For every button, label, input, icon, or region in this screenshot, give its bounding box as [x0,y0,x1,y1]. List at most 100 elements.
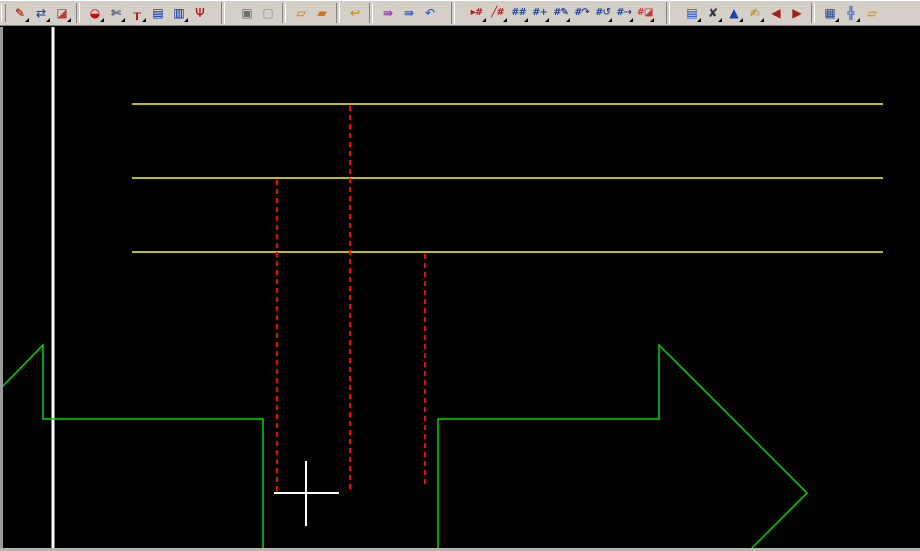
toolbar-button-grid-table[interactable]: ▦ [819,2,840,23]
toolbar-button-db-undo[interactable]: ↶ [419,2,440,23]
flyout-corner-icon [835,18,839,22]
toolbar-button-db-export[interactable]: ⇛ [398,2,419,23]
cut-cross-icon: ✘ [708,7,717,19]
table-import-icon: ▥ [173,7,183,19]
point-rotate-icon: #↷ [574,8,589,18]
eraser-icon: ◪ [56,7,66,19]
flyout-corner-icon [566,18,570,22]
toolbar-button-eraser[interactable]: ◪ [51,2,72,23]
flyout-corner-icon [46,18,50,22]
flyout-corner-icon [100,18,104,22]
drawing-svg [0,0,920,551]
toolbar-button-pencil-edit[interactable]: ✎ [9,2,30,23]
toolbar-group-separator [666,2,670,24]
toolbar-button-cut-cross[interactable]: ✘ [702,2,723,23]
flyout-corner-icon [739,18,743,22]
flyout-corner-icon [650,18,654,22]
nav-previous-icon: ◀ [771,7,779,19]
toolbar-button-move-points[interactable]: ⇄ [30,2,51,23]
toolbar-separator [336,3,340,23]
surveyor-icon: ✍ [750,7,759,19]
grid-snap-icon: ╬ [847,7,853,19]
toolbar-button-pliers-tool[interactable]: Ψ [189,2,210,23]
toolbar-separator [369,3,373,23]
folder-polyline-icon: ▱ [867,7,875,19]
pliers-tool-icon: Ψ [195,7,203,19]
toolbar-button-point-erase[interactable]: #◪ [634,2,655,23]
flyout-corner-icon [184,18,188,22]
box-3d-light-icon: ▢ [262,7,272,19]
toolbar-button-table-import[interactable]: ▥ [168,2,189,23]
grid-table-icon: ▦ [824,7,834,19]
db-undo-icon: ↶ [425,7,434,19]
flyout-corner-icon [545,18,549,22]
db-export-icon: ⇛ [404,7,413,19]
toolbar-button-folder-attach[interactable]: ▰ [311,2,332,23]
toolbar-button-insert-point-t[interactable]: ┰ [126,2,147,23]
toolbar-button-folder-open[interactable]: ▱ [290,2,311,23]
toolbar-button-point-edit[interactable]: #✎ [550,2,571,23]
point-renumber-icon: #→ [616,8,631,18]
green-polyline-left-arrow-shape[interactable] [2,345,263,549]
flyout-corner-icon [629,18,633,22]
point-pair-icon: ## [511,8,526,18]
flyout-corner-icon [121,18,125,22]
toolbar-button-nav-previous[interactable]: ◀ [765,2,786,23]
toolbar-group-separator [221,2,225,24]
cad-application-window: { "toolbar": { "background": "#d4d0c8", … [0,0,920,551]
toolbar-button-point-pair[interactable]: ## [508,2,529,23]
move-points-icon: ⇄ [36,7,45,19]
toolbar-button-folder-back[interactable]: ↩ [344,2,365,23]
flyout-corner-icon [608,18,612,22]
toolbar-button-nav-next[interactable]: ▶ [786,2,807,23]
toolbar-button-point-insert[interactable]: ▸# [466,2,487,23]
flyout-corner-icon [142,18,146,22]
nav-next-icon: ▶ [792,7,800,19]
db-import-icon: ⇛ [383,7,392,19]
point-edit-icon: #✎ [553,8,568,18]
toolbar-button-fill-bucket[interactable]: ◒ [84,2,105,23]
toolbar-button-point-rotate-ccw[interactable]: #↺ [592,2,613,23]
toolbar-button-grid-snap[interactable]: ╬ [840,2,861,23]
point-erase-icon: #◪ [637,8,653,18]
insert-point-t-icon: ┰ [133,7,139,19]
toolbar-button-box-3d-light[interactable]: ▢ [257,2,278,23]
flyout-corner-icon [697,18,701,22]
toolbar-button-table-ladder[interactable]: ▤ [147,2,168,23]
toolbar-button-point-renumber[interactable]: #→ [613,2,634,23]
flyout-corner-icon [67,18,71,22]
toolbar-grip[interactable] [1,4,6,22]
window-left-edge [0,27,3,551]
toolbar-button-surveyor[interactable]: ✍ [744,2,765,23]
toolbar-group-separator [451,2,455,24]
list-edit-icon: ▤ [686,7,696,19]
pencil-edit-icon: ✎ [15,7,24,19]
table-ladder-icon: ▤ [152,7,162,19]
toolbar-button-point-draw[interactable]: ╱# [487,2,508,23]
toolbar: ✎ ⇄ ◪ ◒ ✄ ┰ ▤ ▥ Ψ ▣ ▢ ▱ ▰ ↩ ⇛ ⇛ ↶ ▸# ╱####+#✎ #↷ #↺ #→ #◪ ▤ ✘ ▲ ✍ ◀… [0,0,920,26]
flyout-corner-icon [524,18,528,22]
toolbar-button-box-3d-dark[interactable]: ▣ [236,2,257,23]
flyout-corner-icon [25,18,29,22]
folder-attach-icon: ▰ [317,7,325,19]
toolbar-button-folder-polyline[interactable]: ▱ [861,2,882,23]
flyout-corner-icon [482,18,486,22]
trim-line-icon: ✄ [111,7,120,19]
toolbar-button-level-tool[interactable]: ▲ [723,2,744,23]
folder-open-icon: ▱ [296,7,304,19]
toolbar-button-trim-line[interactable]: ✄ [105,2,126,23]
toolbar-separator [76,3,80,23]
flyout-corner-icon [856,18,860,22]
point-rotate-ccw-icon: #↺ [595,8,610,18]
toolbar-button-db-import[interactable]: ⇛ [377,2,398,23]
fill-bucket-icon: ◒ [90,7,99,19]
toolbar-button-point-rotate[interactable]: #↷ [571,2,592,23]
flyout-corner-icon [760,18,764,22]
flyout-corner-icon [503,18,507,22]
toolbar-separator [282,3,286,23]
toolbar-button-point-move[interactable]: #+ [529,2,550,23]
toolbar-button-list-edit[interactable]: ▤ [681,2,702,23]
point-insert-icon: ▸# [471,8,482,18]
green-polyline-right-arrow-shape[interactable] [438,345,807,549]
toolbar-separator [811,3,815,23]
